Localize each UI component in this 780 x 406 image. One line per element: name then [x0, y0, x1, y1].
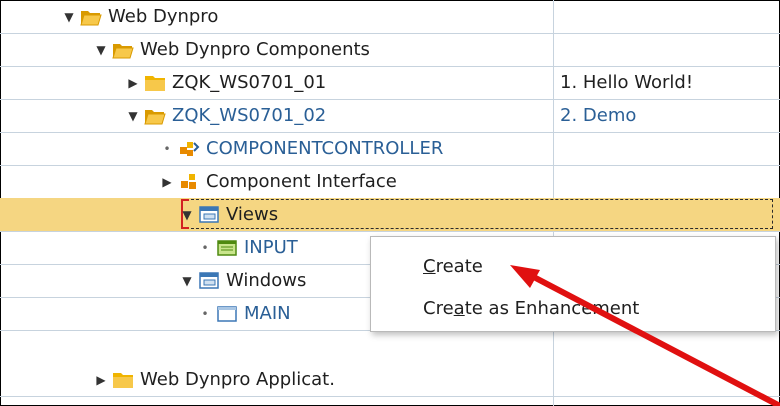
leaf-bullet-icon: • [163, 141, 171, 156]
expand-right-arrow-icon[interactable]: ▶ [94, 373, 108, 387]
view-icon [217, 239, 237, 256]
leaf-bullet-icon: • [201, 240, 209, 255]
tree-label: Web Dynpro Applicat. [140, 369, 335, 390]
expand-right-arrow-icon[interactable]: ▶ [160, 175, 174, 189]
folder-icon [145, 75, 165, 91]
expand-down-arrow-icon[interactable]: ▼ [180, 274, 194, 288]
tree-row-web-dynpro-components[interactable]: ▼ Web Dynpro Components [0, 33, 780, 67]
tree-row-component-interface[interactable]: ▶ Component Interface [0, 165, 780, 199]
tree-row-web-dynpro-applications[interactable]: ▶ Web Dynpro Applicat. [0, 363, 780, 397]
component-controller-icon [180, 141, 200, 156]
tree-label: INPUT [244, 237, 298, 258]
tree-row-zqk-ws0701-01[interactable]: ▶ ZQK_WS0701_01 1. Hello World! [0, 66, 780, 100]
window-icon [217, 305, 237, 322]
menu-item-create[interactable]: Create [423, 251, 483, 281]
expand-down-arrow-icon[interactable]: ▼ [94, 43, 108, 57]
views-folder-icon [199, 205, 219, 223]
tree-label: ZQK_WS0701_01 [172, 72, 327, 93]
description-cell: 2. Demo [560, 105, 637, 126]
tree-label: Component Interface [206, 171, 397, 192]
tree-label: Web Dynpro Components [140, 39, 370, 60]
tree-row-zqk-ws0701-02[interactable]: ▼ ZQK_WS0701_02 2. Demo [0, 99, 780, 133]
component-interface-icon [181, 173, 196, 189]
expand-right-arrow-icon[interactable]: ▶ [126, 76, 140, 90]
tree-row-web-dynpro[interactable]: ▼ Web Dynpro [0, 0, 780, 34]
tree-label: Web Dynpro [108, 6, 219, 27]
tree-label: ZQK_WS0701_02 [172, 105, 327, 126]
description-cell: 1. Hello World! [560, 72, 694, 93]
expand-down-arrow-icon[interactable]: ▼ [180, 208, 194, 222]
expand-down-arrow-icon[interactable]: ▼ [62, 10, 76, 24]
open-folder-icon [112, 43, 134, 58]
menu-item-create-as-enhancement[interactable]: Cre a te as Enhancement [423, 293, 639, 323]
context-menu: Create Cre a te as Enhancement [370, 236, 776, 332]
open-folder-icon [80, 10, 102, 25]
tree-label: Views [226, 204, 279, 225]
windows-folder-icon [199, 271, 219, 289]
folder-icon [113, 372, 133, 388]
leaf-bullet-icon: • [201, 306, 209, 321]
expand-down-arrow-icon[interactable]: ▼ [126, 109, 140, 123]
tree-row-componentcontroller[interactable]: • COMPONENTCONTROLLER [0, 132, 780, 166]
open-folder-icon [144, 109, 166, 124]
tree-label: COMPONENTCONTROLLER [206, 138, 444, 159]
tree-label: Windows [226, 270, 307, 291]
tree-label: MAIN [244, 303, 291, 324]
tree-row-views-selected[interactable]: ▼ Views [0, 198, 780, 232]
